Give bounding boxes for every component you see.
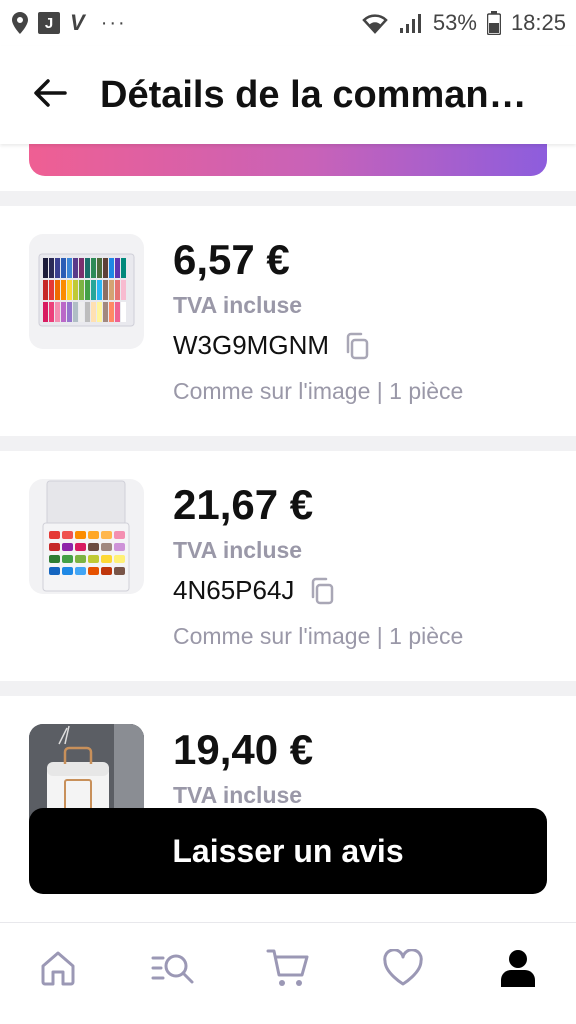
sku-code: W3G9MGNM (173, 330, 329, 360)
nav-home[interactable] (18, 931, 98, 1011)
order-item[interactable]: 6,57 € TVA incluse W3G9MGNM Comme sur l'… (0, 206, 576, 436)
item-price: 6,57 € (173, 236, 290, 283)
bottom-navigation (0, 922, 576, 1024)
clock: 18:25 (510, 10, 566, 35)
product-thumbnail[interactable] (29, 234, 144, 349)
search-list-icon (150, 948, 196, 993)
tax-label: TVA incluse (173, 782, 303, 808)
status-bar: J V ··· 53% 18:25 (0, 0, 576, 46)
order-item[interactable]: 21,67 € TVA incluse 4N65P64J Comme sur l… (0, 451, 576, 681)
profile-icon (499, 948, 537, 993)
copy-icon[interactable] (343, 331, 373, 361)
app-header: Détails de la comman… (0, 46, 576, 144)
wifi-icon (361, 12, 389, 34)
notification-v-icon: V (70, 10, 85, 35)
page-title: Détails de la comman… (100, 73, 527, 116)
nav-search[interactable] (133, 931, 213, 1011)
back-arrow-icon (33, 78, 67, 113)
gradient-banner (29, 144, 547, 176)
nav-cart[interactable] (248, 931, 328, 1011)
notification-app-icon: J (38, 12, 60, 34)
tax-label: TVA incluse (173, 537, 303, 563)
back-button[interactable] (0, 46, 100, 144)
sku-row: W3G9MGNM (173, 330, 373, 361)
signal-icon (399, 12, 423, 34)
leave-review-button[interactable]: Laisser un avis (29, 808, 547, 894)
location-pin-icon (12, 12, 28, 34)
product-thumbnail[interactable] (29, 479, 144, 594)
item-price: 19,40 € (173, 726, 314, 773)
status-banner-card (0, 144, 576, 191)
sku-code: 4N65P64J (173, 575, 295, 605)
status-bar-right: 53% 18:25 (361, 10, 566, 36)
more-notifications-icon: ··· (100, 11, 127, 34)
home-icon (38, 948, 78, 993)
variant-info: Comme sur l'image | 1 pièce (173, 378, 464, 404)
order-details-screen: J V ··· 53% 18:25 Détails de la comman… (0, 0, 576, 1024)
nav-account[interactable] (478, 931, 558, 1011)
variant-info: Comme sur l'image | 1 pièce (173, 623, 464, 649)
status-bar-left: J V ··· (12, 10, 127, 36)
sku-row: 4N65P64J (173, 575, 338, 606)
item-price: 21,67 € (173, 481, 314, 528)
battery-percent: 53% (432, 10, 477, 35)
heart-icon (382, 948, 424, 992)
copy-icon[interactable] (308, 576, 338, 606)
battery-icon (486, 11, 501, 35)
nav-wishlist[interactable] (363, 931, 443, 1011)
cart-icon (266, 947, 310, 994)
tax-label: TVA incluse (173, 292, 303, 318)
